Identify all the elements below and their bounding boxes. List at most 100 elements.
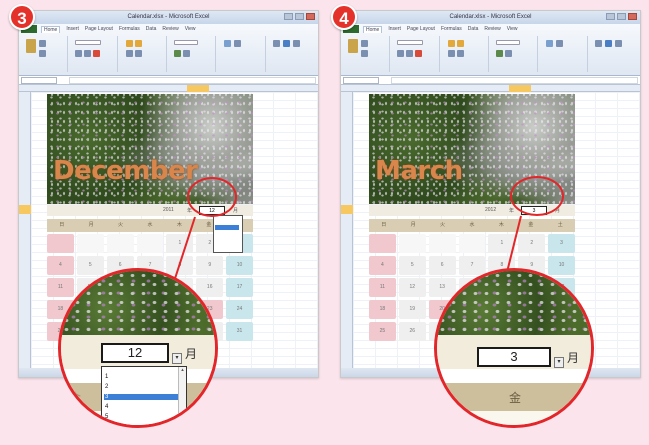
- paste-icon[interactable]: [348, 39, 358, 53]
- percent-icon[interactable]: [504, 50, 512, 57]
- day-cell[interactable]: [47, 234, 74, 253]
- formula-input[interactable]: [391, 77, 638, 84]
- day-cell[interactable]: 25: [369, 322, 396, 341]
- align-left-icon[interactable]: [447, 50, 455, 57]
- zoom-selected-item[interactable]: [104, 394, 178, 400]
- italic-icon[interactable]: [406, 50, 414, 57]
- font-name-icon[interactable]: [75, 40, 102, 45]
- align-center-icon[interactable]: [134, 50, 142, 57]
- list-item[interactable]: 4: [105, 404, 108, 410]
- tab-page-layout[interactable]: Page Layout: [85, 26, 113, 33]
- bold-icon[interactable]: [397, 50, 405, 57]
- year-cell[interactable]: 2011: [163, 207, 183, 214]
- tab-view[interactable]: View: [185, 26, 196, 33]
- close-button[interactable]: [628, 13, 637, 20]
- number-format-icon[interactable]: [495, 40, 520, 45]
- table-format-icon[interactable]: [556, 40, 564, 47]
- day-cell[interactable]: 2: [518, 234, 546, 253]
- day-cell[interactable]: [458, 234, 486, 253]
- list-item[interactable]: 1: [105, 374, 108, 380]
- wrap-text-icon[interactable]: [447, 40, 455, 47]
- day-cell[interactable]: 10: [226, 256, 253, 275]
- chevron-down-icon[interactable]: ▾: [554, 357, 564, 368]
- day-cell[interactable]: 19: [398, 300, 426, 319]
- active-row-header[interactable]: [341, 205, 353, 214]
- table-format-icon[interactable]: [234, 40, 242, 47]
- minimize-button[interactable]: [284, 13, 293, 20]
- font-name-icon[interactable]: [397, 40, 424, 45]
- day-cell[interactable]: [369, 234, 396, 253]
- list-item[interactable]: 2: [105, 384, 108, 390]
- copy-icon[interactable]: [361, 50, 368, 57]
- merge-icon[interactable]: [134, 40, 142, 47]
- paste-icon[interactable]: [26, 39, 36, 53]
- currency-icon[interactable]: [495, 50, 503, 57]
- day-cell[interactable]: 11: [369, 278, 396, 297]
- insert-cells-icon[interactable]: [272, 40, 280, 47]
- day-cell[interactable]: 24: [226, 300, 253, 319]
- list-scrollbar[interactable]: ▴▾: [178, 367, 186, 425]
- minimize-button[interactable]: [606, 13, 615, 20]
- font-color-icon[interactable]: [415, 50, 423, 57]
- month-dropdown-list[interactable]: [213, 215, 243, 253]
- tab-data[interactable]: Data: [146, 26, 157, 33]
- day-cell[interactable]: [136, 234, 164, 253]
- tab-page-layout[interactable]: Page Layout: [407, 26, 435, 33]
- tab-review[interactable]: Review: [162, 26, 178, 33]
- scroll-up-icon[interactable]: ▴: [179, 367, 186, 374]
- maximize-button[interactable]: [295, 13, 304, 20]
- sort-icon[interactable]: [614, 40, 622, 47]
- day-cell[interactable]: 26: [398, 322, 426, 341]
- day-cell[interactable]: [428, 234, 456, 253]
- day-cell[interactable]: [398, 234, 426, 253]
- day-cell[interactable]: 4: [369, 256, 396, 275]
- active-column-header[interactable]: [509, 85, 531, 92]
- align-left-icon[interactable]: [125, 50, 133, 57]
- zoom-dropdown-list[interactable]: 1 2 3 4 5 6 ▴▾: [101, 366, 187, 425]
- tab-home[interactable]: Home: [363, 26, 383, 33]
- year-cell[interactable]: 2012: [485, 207, 505, 214]
- tab-data[interactable]: Data: [468, 26, 479, 33]
- conditional-format-icon[interactable]: [224, 40, 232, 47]
- sum-icon[interactable]: [604, 40, 612, 47]
- list-item[interactable]: 6: [105, 424, 108, 425]
- name-box[interactable]: [21, 77, 57, 84]
- zoom-month-cell[interactable]: 12: [101, 343, 169, 363]
- copy-icon[interactable]: [39, 50, 46, 57]
- dropdown-selected-item[interactable]: [215, 225, 239, 230]
- formula-input[interactable]: [69, 77, 316, 84]
- close-button[interactable]: [306, 13, 315, 20]
- tab-review[interactable]: Review: [484, 26, 500, 33]
- tab-home[interactable]: Home: [41, 26, 61, 33]
- tab-view[interactable]: View: [507, 26, 518, 33]
- day-cell[interactable]: 31: [226, 322, 253, 341]
- day-cell[interactable]: 18: [369, 300, 396, 319]
- day-cell[interactable]: [106, 234, 134, 253]
- insert-cells-icon[interactable]: [594, 40, 602, 47]
- tab-insert[interactable]: Insert: [388, 26, 401, 33]
- list-item[interactable]: 3: [105, 394, 108, 400]
- sort-icon[interactable]: [292, 40, 300, 47]
- conditional-format-icon[interactable]: [546, 40, 554, 47]
- tab-formulas[interactable]: Formulas: [119, 26, 140, 33]
- zoom-month-cell[interactable]: 3: [477, 347, 551, 367]
- chevron-down-icon[interactable]: ▾: [172, 353, 182, 364]
- day-cell[interactable]: [76, 234, 104, 253]
- day-cell[interactable]: 5: [398, 256, 426, 275]
- day-cell[interactable]: 12: [398, 278, 426, 297]
- percent-icon[interactable]: [182, 50, 190, 57]
- italic-icon[interactable]: [84, 50, 92, 57]
- list-item[interactable]: 5: [105, 414, 108, 420]
- day-cell[interactable]: 3: [548, 234, 575, 253]
- wrap-text-icon[interactable]: [125, 40, 133, 47]
- font-color-icon[interactable]: [93, 50, 101, 57]
- currency-icon[interactable]: [173, 50, 181, 57]
- cut-icon[interactable]: [39, 40, 46, 47]
- day-cell[interactable]: 17: [226, 278, 253, 297]
- tab-formulas[interactable]: Formulas: [441, 26, 462, 33]
- maximize-button[interactable]: [617, 13, 626, 20]
- align-center-icon[interactable]: [456, 50, 464, 57]
- sum-icon[interactable]: [282, 40, 290, 47]
- active-column-header[interactable]: [187, 85, 209, 92]
- active-row-header[interactable]: [19, 205, 31, 214]
